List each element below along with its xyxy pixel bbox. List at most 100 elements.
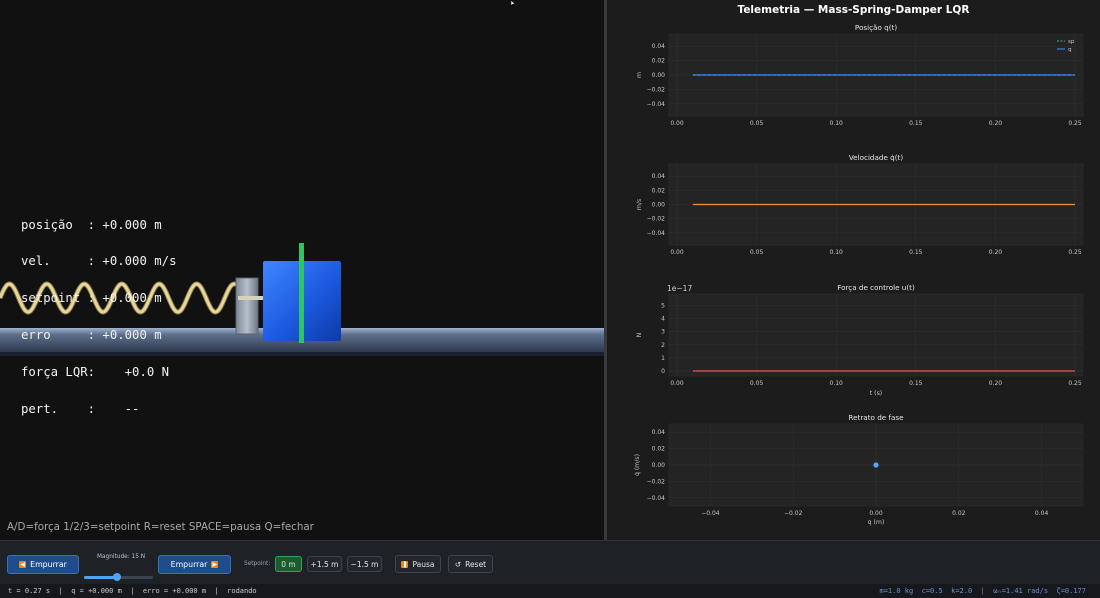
x-tick-label: 0.20 <box>989 249 1003 256</box>
setpoint-minus-label: −1.5 m <box>350 559 379 569</box>
connector-rod <box>238 296 264 300</box>
y-axis-label: m/s <box>636 199 643 210</box>
plot-title: Posição q(t) <box>855 23 897 32</box>
setpoint-plus-label: +1.5 m <box>310 559 339 569</box>
readout-disturbance: pert. : -- <box>21 401 140 416</box>
arrow-left-icon: ◀ <box>19 561 27 568</box>
legend-label-q: q <box>1068 47 1072 53</box>
y-tick-label: 2 <box>661 342 665 349</box>
y-tick-label: 1 <box>661 355 665 362</box>
x-tick-label: 0.15 <box>909 249 923 256</box>
readout-velocity: vel. : +0.000 m/s <box>21 254 177 269</box>
x-tick-label: 0.05 <box>750 120 764 127</box>
reset-button[interactable]: ↺ Reset <box>448 555 493 573</box>
y-axis-label: q̇ (m/s) <box>633 454 641 476</box>
y-tick-label: 0.04 <box>652 43 666 50</box>
y-tick-label: −0.02 <box>647 216 666 223</box>
x-tick-label: 0.25 <box>1068 120 1082 127</box>
x-tick-label: 0.25 <box>1068 380 1082 387</box>
push-right-button[interactable]: Empurrar ▶ <box>158 555 231 574</box>
status-params: m=1.0 kg c=0.5 k=2.0 | ωₙ=1.41 rad/s ζ=0… <box>879 587 1086 595</box>
magnitude-slider[interactable] <box>84 573 153 581</box>
x-tick-label: −0.02 <box>784 510 803 517</box>
y-tick-label: −0.02 <box>647 86 666 93</box>
y-tick-label: 0 <box>661 368 665 375</box>
legend-label-sp: sp <box>1068 39 1075 45</box>
setpoint-minus-button[interactable]: −1.5 m <box>347 556 382 572</box>
push-left-button[interactable]: ◀ Empurrar <box>7 555 79 574</box>
plot-title: Velocidade q̇(t) <box>849 153 904 162</box>
reset-icon: ↺ <box>454 559 462 569</box>
spring-attachment <box>235 277 259 335</box>
pause-button[interactable]: ❚ Pausa <box>395 555 441 573</box>
readout-position: posição : +0.000 m <box>21 217 162 232</box>
status-bar: t = 0.27 s | q = +0.000 m | erro = +0.00… <box>0 584 1100 598</box>
telemetry-panel: Telemetria — Mass-Spring-Damper LQR 0.04… <box>607 0 1100 540</box>
simulation-viewport[interactable]: posição : +0.000 m vel. : +0.000 m/s set… <box>0 0 604 540</box>
pause-label: Pausa <box>412 559 435 569</box>
plot-title: Força de controle u(t) <box>837 283 915 292</box>
mouse-cursor-icon <box>510 0 517 6</box>
x-tick-label: 0.15 <box>909 380 923 387</box>
keyboard-hint: A/D=força 1/2/3=setpoint R=reset SPACE=p… <box>7 521 314 533</box>
offset-label: 1e−17 <box>667 284 692 293</box>
y-tick-label: 0.00 <box>652 462 666 469</box>
plot-2-plot-area <box>668 293 1084 377</box>
x-tick-label: −0.04 <box>701 510 720 517</box>
push-right-label: Empurrar <box>170 560 208 569</box>
y-tick-label: 4 <box>661 316 665 323</box>
y-tick-label: 0.00 <box>652 72 666 79</box>
setpoint-zero-button[interactable]: 0 m <box>275 556 302 572</box>
x-tick-label: 0.02 <box>952 510 966 517</box>
x-tick-label: 0.00 <box>670 120 684 127</box>
readout-error: erro : +0.000 m <box>21 327 162 342</box>
x-tick-label: 0.05 <box>750 380 764 387</box>
y-tick-label: 0.00 <box>652 202 666 209</box>
y-tick-label: 0.02 <box>652 187 666 194</box>
setpoint-plus-button[interactable]: +1.5 m <box>307 556 342 572</box>
readout-setpoint: setpoint : +0.000 m <box>21 291 162 306</box>
x-tick-label: 0.10 <box>830 120 844 127</box>
y-tick-label: 0.04 <box>652 429 666 436</box>
telemetry-charts: 0.04 0.02 0.00 −0.02 −0.04 0.00 0.05 0.10 0.15 0.… <box>633 23 1084 526</box>
x-tick-label: 0.25 <box>1068 249 1082 256</box>
x-tick-label: 0.00 <box>670 380 684 387</box>
reset-label: Reset <box>465 559 487 569</box>
x-tick-label: 0.20 <box>989 120 1003 127</box>
x-axis-label: t (s) <box>870 390 882 397</box>
x-tick-label: 0.20 <box>989 380 1003 387</box>
magnitude-slider-thumb[interactable] <box>113 573 122 581</box>
y-tick-label: 0.02 <box>652 58 666 65</box>
y-axis-label: N <box>636 332 643 337</box>
plot-title: Retrato de fase <box>848 413 904 422</box>
status-left: t = 0.27 s | q = +0.000 m | erro = +0.00… <box>8 587 257 595</box>
y-tick-label: −0.02 <box>647 478 666 485</box>
magnitude-label: Magnitude: 15 N <box>97 554 146 560</box>
setpoint-zero-label: 0 m <box>281 559 296 569</box>
phase-point <box>873 462 879 468</box>
y-tick-label: 5 <box>661 303 665 310</box>
y-tick-label: 0.02 <box>652 446 666 453</box>
setpoint-label: Setpoint: <box>244 561 271 567</box>
arrow-right-icon: ▶ <box>211 561 219 568</box>
x-tick-label: 0.10 <box>830 249 844 256</box>
pause-icon: ❚ <box>401 560 409 568</box>
x-tick-label: 0.00 <box>869 510 883 517</box>
y-tick-label: −0.04 <box>647 495 666 502</box>
x-tick-label: 0.05 <box>750 249 764 256</box>
x-tick-label: 0.10 <box>830 380 844 387</box>
y-tick-label: 3 <box>661 329 665 336</box>
x-tick-label: 0.04 <box>1035 510 1049 517</box>
y-tick-label: −0.04 <box>647 101 666 108</box>
x-tick-label: 0.15 <box>909 120 923 127</box>
y-tick-label: 0.04 <box>652 173 666 180</box>
readout-lqr-force: força LQR: +0.0 N <box>21 364 170 379</box>
y-axis-label: m <box>636 72 643 78</box>
x-axis-label: q (m) <box>868 519 885 526</box>
y-tick-label: −0.04 <box>647 230 666 237</box>
push-left-label: Empurrar <box>30 560 67 569</box>
control-bar: ◀ Empurrar Magnitude: 15 N Empurrar ▶ Se… <box>0 540 1100 584</box>
x-tick-label: 0.00 <box>670 249 684 256</box>
setpoint-marker <box>299 243 304 343</box>
readout-panel: posição : +0.000 m vel. : +0.000 m/s set… <box>21 194 176 439</box>
